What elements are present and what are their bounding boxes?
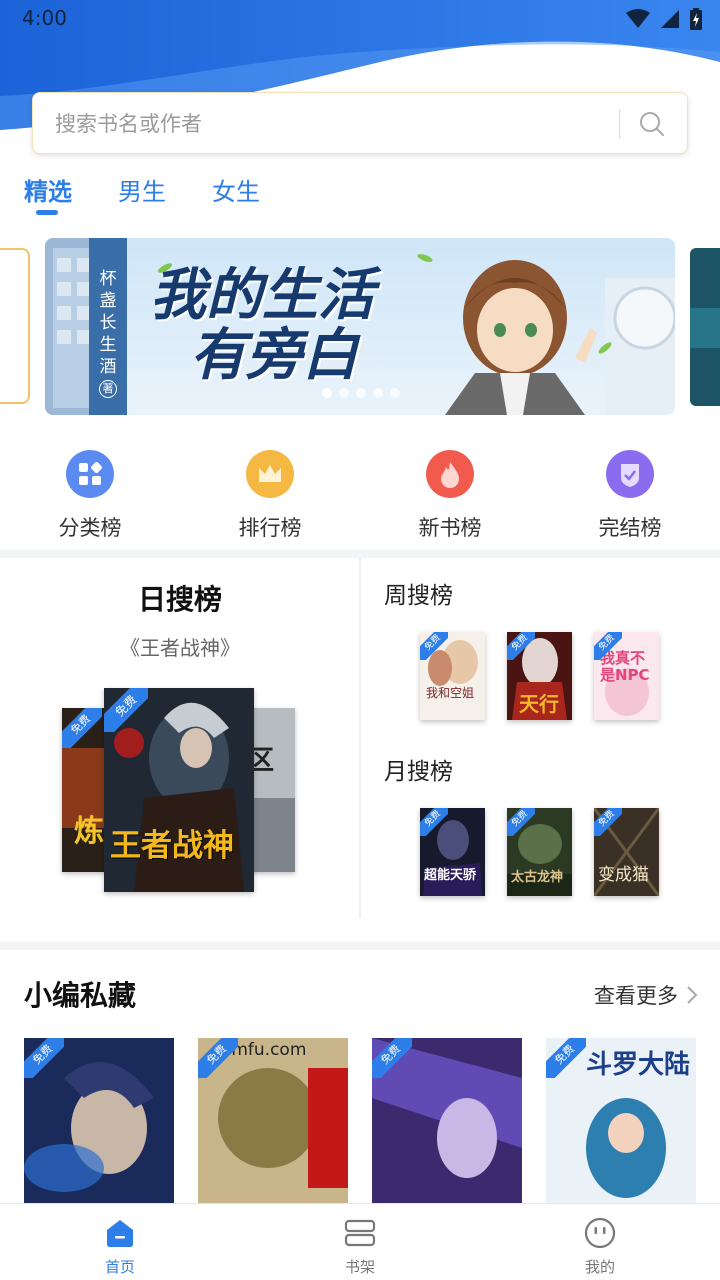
banner-dot[interactable] [373, 388, 383, 398]
banner-author: 杯盏长生酒 著 [95, 268, 121, 398]
quick-entry-completed[interactable]: 完结榜 [540, 450, 720, 550]
free-badge: 免费 [372, 1038, 412, 1078]
wifi-icon [626, 9, 650, 28]
quick-entry-category-rank[interactable]: 分类榜 [0, 450, 180, 550]
weekly-rank-title[interactable]: 周搜榜 [384, 576, 453, 610]
banner-indicator [322, 388, 400, 398]
free-badge: 免费 [62, 708, 102, 748]
banner-dot[interactable] [390, 388, 400, 398]
status-bar: 4:00 [0, 0, 720, 36]
free-badge: 免费 [507, 808, 535, 836]
shield-check-icon [606, 450, 654, 498]
daily-rank-title[interactable]: 日搜榜 [0, 578, 360, 618]
crown-icon [246, 450, 294, 498]
flame-icon [426, 450, 474, 498]
editor-picks-title: 小编私藏 [24, 979, 137, 1012]
banner-dot[interactable] [356, 388, 366, 398]
free-badge: 免费 [420, 632, 448, 660]
search-bar [32, 92, 688, 155]
section-divider [0, 942, 720, 950]
banner-next-peek[interactable] [690, 248, 720, 406]
banner-title: 我的生活 有旁白 [150, 263, 374, 388]
monthly-rank-title[interactable]: 月搜榜 [384, 752, 453, 786]
battery-charging-icon [690, 8, 702, 30]
section-divider [0, 550, 720, 558]
see-more-link[interactable]: 查看更多 [594, 980, 698, 1010]
free-badge: 免费 [594, 632, 622, 660]
free-badge: 免费 [104, 688, 148, 732]
nav-bookshelf[interactable]: 书架 [240, 1204, 480, 1280]
banner-prev-peek[interactable] [0, 248, 30, 404]
free-badge: 免费 [420, 808, 448, 836]
category-tabs: 精选 男生 女生 [24, 172, 260, 215]
tab-active-indicator [36, 210, 58, 215]
banner-dot[interactable] [339, 388, 349, 398]
quick-entries: 分类榜 排行榜 新书榜 完结榜 [0, 450, 720, 550]
nav-profile[interactable]: 我的 [480, 1204, 720, 1280]
free-badge: 免费 [507, 632, 535, 660]
daily-rank-book-name[interactable]: 《王者战神》 [0, 632, 360, 661]
chevron-right-icon [687, 986, 698, 1004]
free-badge: 免费 [198, 1038, 238, 1078]
bookshelf-icon [344, 1219, 376, 1247]
free-badge: 免费 [546, 1038, 586, 1078]
banner-dot[interactable] [322, 388, 332, 398]
search-icon[interactable] [637, 109, 667, 139]
grid-icon [66, 450, 114, 498]
search-input[interactable] [55, 93, 615, 155]
tab-featured[interactable]: 精选 [24, 172, 72, 215]
profile-icon [584, 1217, 616, 1249]
tab-female[interactable]: 女生 [212, 172, 260, 207]
bottom-navigation: 首页 书架 我的 [0, 1203, 720, 1280]
nav-home[interactable]: 首页 [0, 1204, 240, 1280]
tab-male[interactable]: 男生 [118, 172, 166, 207]
status-time: 4:00 [22, 6, 67, 30]
quick-entry-new-books[interactable]: 新书榜 [360, 450, 540, 550]
quick-entry-ranking[interactable]: 排行榜 [180, 450, 360, 550]
free-badge: 免费 [24, 1038, 64, 1078]
free-badge: 免费 [594, 808, 622, 836]
home-icon [107, 1220, 133, 1247]
search-divider [619, 109, 620, 139]
signal-icon [661, 10, 679, 28]
